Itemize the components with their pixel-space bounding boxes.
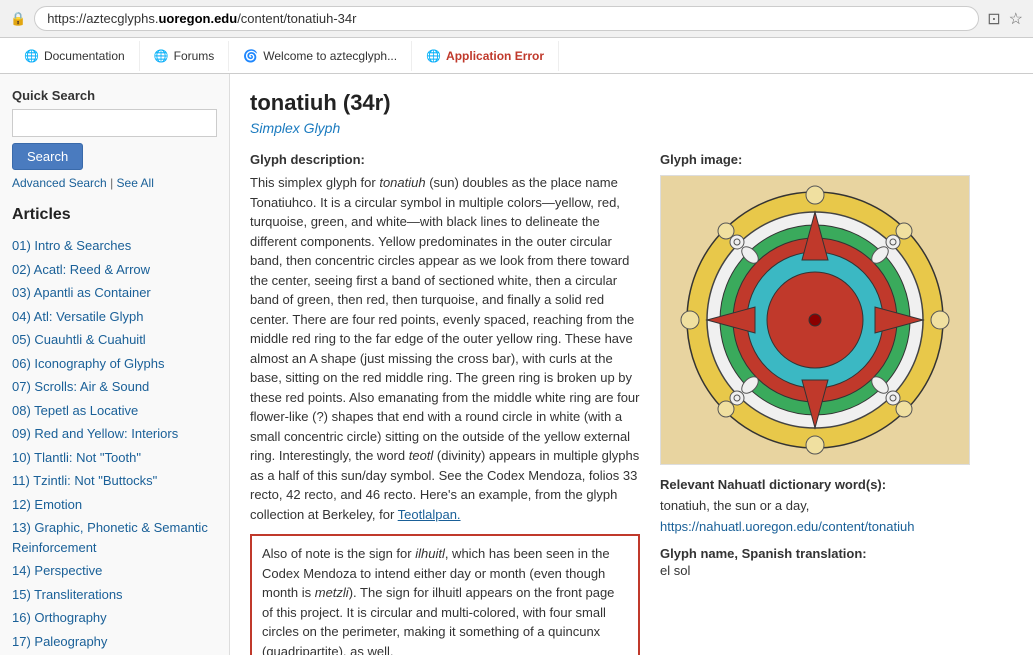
article-link[interactable]: 13) Graphic, Phonetic & Semantic Reinfor…: [12, 520, 208, 555]
glyph-description-text: This simplex glyph for tonatiuh (sun) do…: [250, 173, 640, 524]
url-text: https://aztecglyphs.uoregon.edu/content/…: [47, 11, 356, 26]
article-link[interactable]: 14) Perspective: [12, 563, 102, 578]
article-link[interactable]: 07) Scrolls: Air & Sound: [12, 379, 149, 394]
list-item: 02) Acatl: Reed & Arrow: [12, 258, 217, 282]
tab-icon: ⊡: [987, 9, 1000, 29]
tab-label: Documentation: [44, 49, 125, 63]
list-item: 08) Tepetl as Locative: [12, 399, 217, 423]
tab-forums[interactable]: 🌐 Forums: [140, 41, 230, 71]
glyph-svg: [680, 185, 950, 455]
list-item: 14) Perspective: [12, 559, 217, 583]
list-item: 05) Cuauhtli & Cuahuitl: [12, 328, 217, 352]
page-layout: Quick Search Search Advanced Search | Se…: [0, 74, 1033, 655]
list-item: 16) Orthography: [12, 606, 217, 630]
list-item: 13) Graphic, Phonetic & Semantic Reinfor…: [12, 516, 217, 559]
image-column: Glyph image:: [660, 152, 990, 655]
article-link[interactable]: 05) Cuauhtli & Cuahuitl: [12, 332, 146, 347]
list-item: 03) Apantli as Container: [12, 281, 217, 305]
sidebar: Quick Search Search Advanced Search | Se…: [0, 74, 230, 655]
list-item: 17) Paleography: [12, 630, 217, 654]
articles-heading: Articles: [12, 206, 217, 224]
advanced-search-link[interactable]: Advanced Search: [12, 176, 107, 190]
tab-app-error[interactable]: 🌐 Application Error: [412, 41, 559, 71]
list-item: 18) Bibliography: [12, 653, 217, 655]
globe-icon: 🌐: [426, 49, 441, 63]
list-item: 11) Tzintli: Not "Buttocks": [12, 469, 217, 493]
article-link[interactable]: 03) Apantli as Container: [12, 285, 151, 300]
glyph-description-heading: Glyph description:: [250, 152, 640, 167]
article-link[interactable]: 11) Tzintli: Not "Buttocks": [12, 473, 157, 488]
browser-chrome: 🔒 https://aztecglyphs.uoregon.edu/conten…: [0, 0, 1033, 38]
article-list: 01) Intro & Searches 02) Acatl: Reed & A…: [12, 234, 217, 655]
article-link[interactable]: 04) Atl: Versatile Glyph: [12, 309, 144, 324]
tab-documentation[interactable]: 🌐 Documentation: [10, 41, 140, 71]
search-links: Advanced Search | See All: [12, 176, 217, 190]
list-item: 09) Red and Yellow: Interiors: [12, 422, 217, 446]
security-icon: 🔒: [10, 11, 26, 27]
quick-search-label: Quick Search: [12, 88, 217, 103]
globe-icon: 🌐: [24, 49, 39, 63]
tab-label: Forums: [174, 49, 215, 63]
search-button[interactable]: Search: [12, 143, 83, 170]
article-link[interactable]: 12) Emotion: [12, 497, 82, 512]
main-content: tonatiuh (34r) Simplex Glyph Glyph descr…: [230, 74, 1033, 655]
list-item: 10) Tlantli: Not "Tooth": [12, 446, 217, 470]
glyph-type: Simplex Glyph: [250, 120, 1013, 136]
glyph-name-heading: Glyph name, Spanish translation:: [660, 546, 990, 561]
address-bar[interactable]: https://aztecglyphs.uoregon.edu/content/…: [34, 6, 979, 31]
list-item: 07) Scrolls: Air & Sound: [12, 375, 217, 399]
aztec-icon: 🌀: [243, 49, 258, 63]
description-column: Glyph description: This simplex glyph fo…: [250, 152, 640, 655]
tab-label: Application Error: [446, 49, 544, 63]
search-input[interactable]: [12, 109, 217, 137]
article-link[interactable]: 06) Iconography of Glyphs: [12, 356, 164, 371]
tab-label: Welcome to aztecglyph...: [263, 49, 397, 63]
article-link[interactable]: 01) Intro & Searches: [12, 238, 131, 253]
article-link[interactable]: 08) Tepetl as Locative: [12, 403, 138, 418]
article-link[interactable]: 16) Orthography: [12, 610, 107, 625]
glyph-title: tonatiuh (34r): [250, 90, 1013, 116]
content-area: Glyph description: This simplex glyph fo…: [250, 152, 1013, 655]
relevant-text: tonatiuh, the sun or a day, https://nahu…: [660, 496, 990, 538]
search-form: Search: [12, 109, 217, 170]
article-link[interactable]: 17) Paleography: [12, 634, 107, 649]
tab-bar: 🌐 Documentation 🌐 Forums 🌀 Welcome to az…: [0, 38, 1033, 74]
article-link[interactable]: 09) Red and Yellow: Interiors: [12, 426, 178, 441]
list-item: 06) Iconography of Glyphs: [12, 352, 217, 376]
globe-icon: 🌐: [154, 49, 169, 63]
list-item: 04) Atl: Versatile Glyph: [12, 305, 217, 329]
see-all-link[interactable]: See All: [117, 176, 154, 190]
article-link[interactable]: 02) Acatl: Reed & Arrow: [12, 262, 150, 277]
dictionary-link[interactable]: https://nahuatl.uoregon.edu/content/tona…: [660, 519, 914, 534]
glyph-image-container: [660, 175, 970, 465]
teotlalpan-link[interactable]: Teotlalpan.: [398, 507, 461, 522]
glyph-name-text: el sol: [660, 563, 990, 578]
list-item: 12) Emotion: [12, 493, 217, 517]
glyph-image-heading: Glyph image:: [660, 152, 990, 167]
bookmark-icon[interactable]: ☆: [1009, 9, 1023, 29]
list-item: 01) Intro & Searches: [12, 234, 217, 258]
tab-welcome[interactable]: 🌀 Welcome to aztecglyph...: [229, 41, 412, 71]
highlight-box: Also of note is the sign for ilhuitl, wh…: [250, 534, 640, 655]
relevant-heading: Relevant Nahuatl dictionary word(s):: [660, 477, 990, 492]
list-item: 15) Transliterations: [12, 583, 217, 607]
article-link[interactable]: 15) Transliterations: [12, 587, 123, 602]
article-link[interactable]: 10) Tlantli: Not "Tooth": [12, 450, 141, 465]
